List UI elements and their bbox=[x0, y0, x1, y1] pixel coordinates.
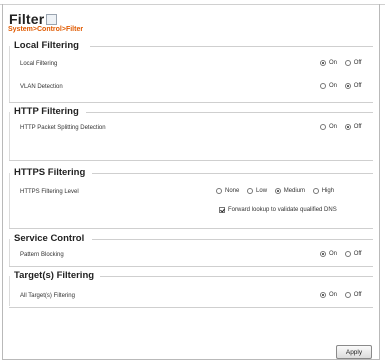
row-label-https-filtering-level: HTTPS Filtering Level bbox=[20, 189, 79, 195]
radio-group-vlan-detection: On Off bbox=[314, 83, 362, 91]
radio-vlan-off[interactable]: Off bbox=[344, 83, 362, 89]
radio-https-none[interactable]: None bbox=[216, 188, 239, 194]
help-icon[interactable] bbox=[46, 14, 58, 25]
section-rule bbox=[100, 276, 373, 277]
apply-button[interactable]: Apply bbox=[336, 345, 372, 359]
section-bottom-rule bbox=[9, 102, 373, 103]
radio-button-selected[interactable] bbox=[274, 188, 281, 194]
section-title-service-control: Service Control bbox=[14, 233, 85, 244]
forward-lookup-checkbox-row[interactable]: Forward lookup to validate qualified DNS bbox=[219, 207, 337, 213]
section-rule bbox=[90, 46, 373, 47]
section-border bbox=[9, 173, 10, 228]
radio-group-pattern-blocking: On Off bbox=[314, 251, 362, 259]
row-label-pattern-blocking: Pattern Blocking bbox=[20, 252, 64, 258]
radio-targets-on[interactable]: On bbox=[320, 292, 337, 298]
radio-local-filtering-on[interactable]: On bbox=[320, 60, 337, 66]
radio-button-selected[interactable] bbox=[320, 251, 326, 257]
section-title-targets-filtering: Target(s) Filtering bbox=[14, 270, 95, 281]
radio-button-selected[interactable] bbox=[320, 60, 326, 66]
section-bottom-rule bbox=[9, 266, 373, 267]
radio-button-selected[interactable] bbox=[320, 292, 326, 298]
radio-button[interactable] bbox=[344, 60, 351, 66]
section-rule bbox=[86, 112, 373, 113]
section-border bbox=[9, 276, 10, 306]
page-title: Filter bbox=[9, 11, 58, 27]
section-title-local-filtering: Local Filtering bbox=[14, 40, 79, 51]
section-bottom-rule bbox=[9, 307, 373, 308]
radio-pattern-off[interactable]: Off bbox=[344, 251, 362, 257]
row-label-all-targets-filtering: All Target(s) Filtering bbox=[20, 293, 75, 299]
radio-button-selected[interactable] bbox=[344, 124, 351, 130]
row-label-local-filtering: Local Filtering bbox=[20, 61, 58, 67]
radio-button[interactable] bbox=[216, 188, 222, 194]
radio-group-all-targets: On Off bbox=[314, 292, 362, 300]
radio-button[interactable] bbox=[320, 124, 326, 130]
breadcrumb: System>Control>Filter bbox=[8, 26, 84, 33]
radio-button[interactable] bbox=[320, 83, 326, 89]
section-border bbox=[9, 46, 10, 102]
row-label-vlan-detection: VLAN Detection bbox=[20, 84, 63, 90]
section-bottom-rule bbox=[9, 160, 373, 161]
forward-lookup-label: Forward lookup to validate qualified DNS bbox=[228, 207, 337, 213]
forward-lookup-checkbox[interactable] bbox=[219, 207, 225, 213]
radio-group-local-filtering: On Off bbox=[314, 60, 362, 68]
radio-https-medium[interactable]: Medium bbox=[274, 188, 305, 194]
radio-button[interactable] bbox=[344, 292, 351, 298]
section-rule bbox=[92, 173, 373, 174]
radio-vlan-on[interactable]: On bbox=[320, 83, 337, 89]
row-label-http-packet-splitting: HTTP Packet Splitting Detection bbox=[20, 125, 106, 131]
radio-https-high[interactable]: High bbox=[312, 188, 334, 194]
radio-group-https-level: None Low Medium High bbox=[210, 188, 334, 196]
section-border bbox=[9, 112, 10, 160]
radio-https-low[interactable]: Low bbox=[247, 188, 267, 194]
radio-button[interactable] bbox=[312, 188, 319, 194]
radio-group-http-packet-splitting: On Off bbox=[314, 124, 362, 132]
section-rule bbox=[92, 239, 373, 240]
radio-http-split-off[interactable]: Off bbox=[344, 124, 362, 130]
radio-local-filtering-off[interactable]: Off bbox=[344, 60, 362, 66]
section-bottom-rule bbox=[9, 228, 373, 229]
radio-button-selected[interactable] bbox=[344, 83, 351, 89]
page-title-text: Filter bbox=[9, 11, 45, 27]
radio-button[interactable] bbox=[247, 188, 254, 194]
section-title-http-filtering: HTTP Filtering bbox=[14, 106, 79, 117]
radio-targets-off[interactable]: Off bbox=[344, 292, 362, 298]
radio-http-split-on[interactable]: On bbox=[320, 124, 337, 130]
section-border bbox=[9, 239, 10, 266]
radio-pattern-on[interactable]: On bbox=[320, 251, 337, 257]
section-title-https-filtering: HTTPS Filtering bbox=[14, 167, 86, 178]
radio-button[interactable] bbox=[344, 251, 351, 257]
